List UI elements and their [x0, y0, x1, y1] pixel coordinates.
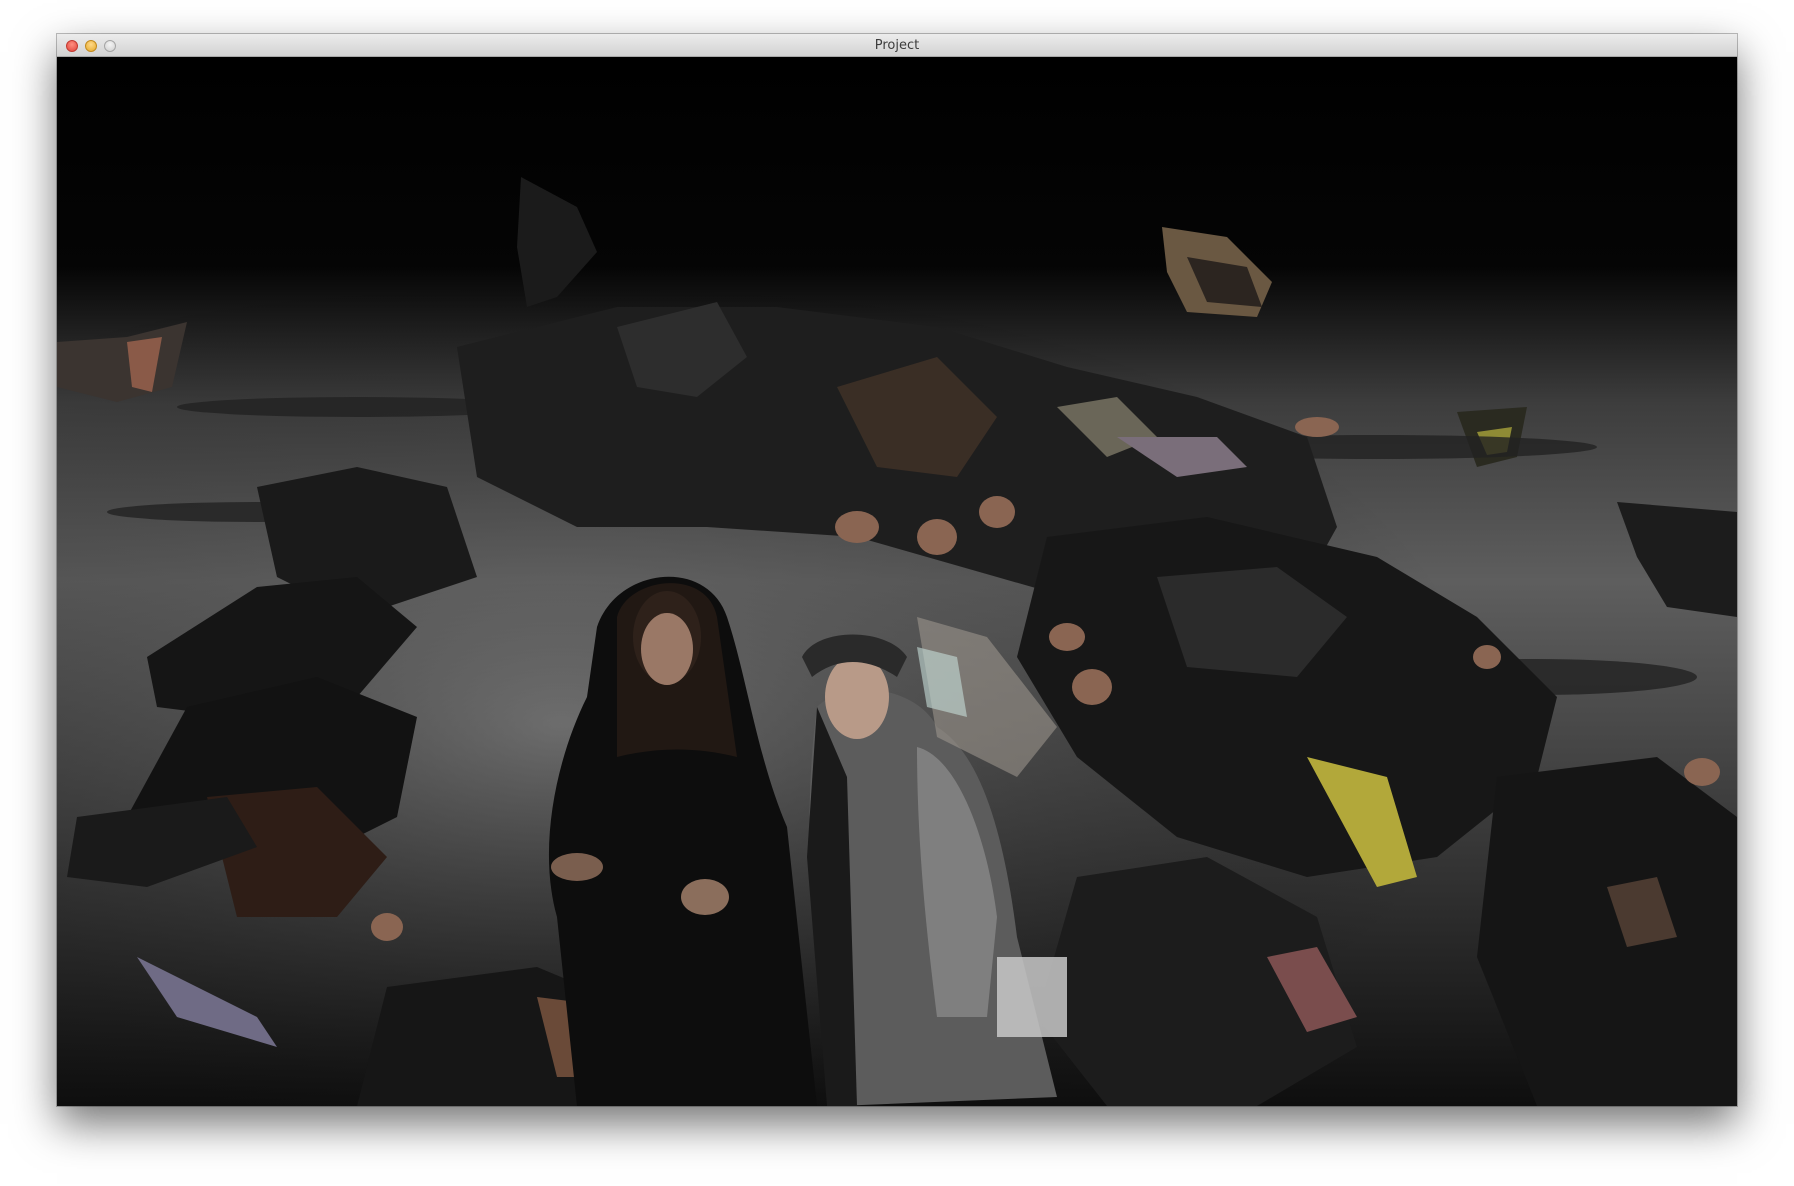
app-window: Project	[57, 34, 1737, 1106]
point-cloud-scene	[57, 57, 1737, 1106]
render-viewport[interactable]	[57, 57, 1737, 1106]
window-title: Project	[874, 38, 920, 53]
title-bar[interactable]: Project	[57, 34, 1737, 57]
